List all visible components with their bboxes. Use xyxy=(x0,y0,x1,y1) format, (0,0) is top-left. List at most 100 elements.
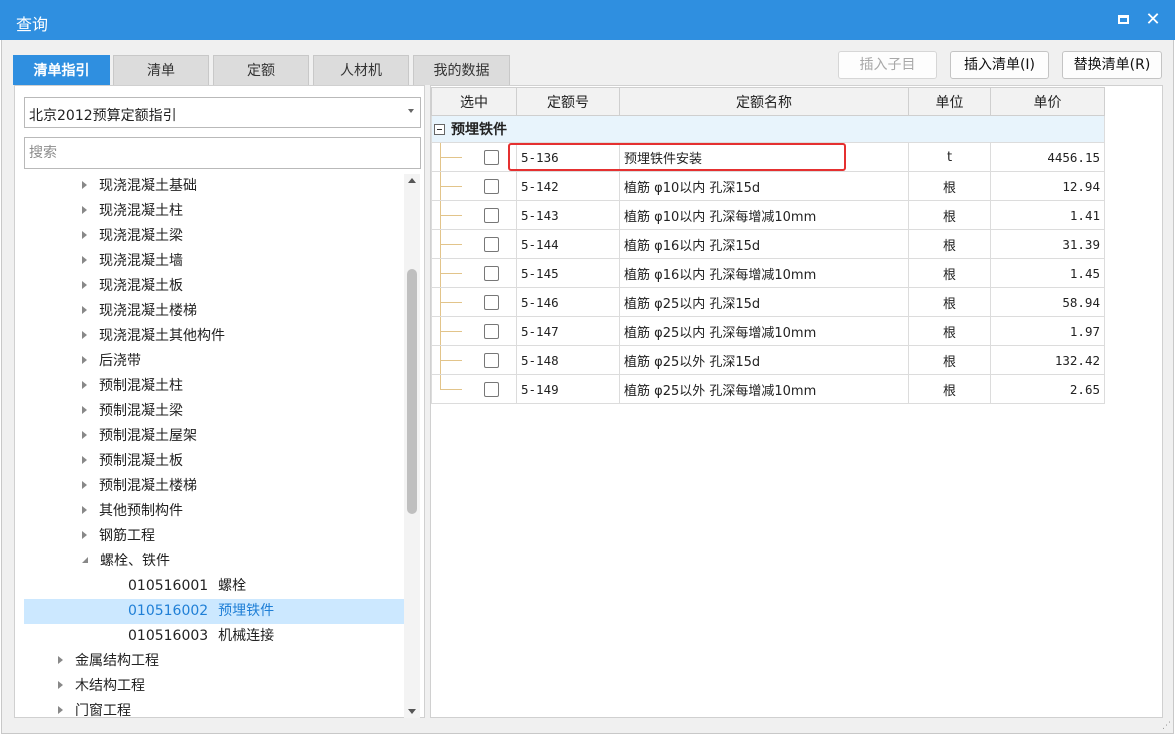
row-checkbox[interactable] xyxy=(484,179,499,194)
replace-list-button[interactable]: 替换清单(R) xyxy=(1062,51,1162,79)
tree-node[interactable]: 现浇混凝土板 xyxy=(82,274,183,299)
expand-arrow-icon xyxy=(82,231,87,239)
quota-unit: 根 xyxy=(908,287,991,317)
quota-code: 5-149 xyxy=(516,374,620,404)
row-checkbox[interactable] xyxy=(484,237,499,252)
tree-node[interactable]: 现浇混凝土基础 xyxy=(82,174,197,199)
group-row[interactable]: 预埋铁件 xyxy=(431,115,1105,143)
table-row[interactable]: 5-144 植筋 φ16以内 孔深15d 根 31.39 xyxy=(431,229,1105,259)
table-row[interactable]: 5-142 植筋 φ10以内 孔深15d 根 12.94 xyxy=(431,171,1105,201)
collapse-icon[interactable] xyxy=(434,123,445,135)
quota-code: 5-146 xyxy=(516,287,620,317)
quota-code: 5-147 xyxy=(516,316,620,346)
group-label: 预埋铁件 xyxy=(451,122,507,138)
tree-scrollbar[interactable] xyxy=(404,174,420,718)
tree-node[interactable]: 木结构工程 xyxy=(58,674,145,699)
quota-price: 4456.15 xyxy=(990,142,1105,172)
tree-node[interactable]: 现浇混凝土墙 xyxy=(82,249,183,274)
expand-arrow-icon xyxy=(82,406,87,414)
quota-name: 植筋 φ10以内 孔深每增减10mm xyxy=(619,200,909,230)
tree-node-expanded[interactable]: 螺栓、铁件 xyxy=(82,549,170,574)
tab-materials[interactable]: 人材机 xyxy=(313,55,409,85)
maximize-icon[interactable] xyxy=(1113,11,1135,29)
col-header-name[interactable]: 定额名称 xyxy=(619,87,909,116)
table-row[interactable]: 5-147 植筋 φ25以内 孔深每增减10mm 根 1.97 xyxy=(431,316,1105,346)
table-row[interactable]: 5-148 植筋 φ25以外 孔深15d 根 132.42 xyxy=(431,345,1105,375)
row-checkbox[interactable] xyxy=(484,324,499,339)
tree-node[interactable]: 现浇混凝土楼梯 xyxy=(82,299,197,324)
tree-leaf[interactable]: 010516001 螺栓 xyxy=(128,574,404,599)
tab-list-guide[interactable]: 清单指引 xyxy=(13,55,110,85)
expand-arrow-icon xyxy=(82,256,87,264)
chevron-down-icon xyxy=(408,109,414,113)
quota-price: 2.65 xyxy=(990,374,1105,404)
tree-node[interactable]: 现浇混凝土柱 xyxy=(82,199,183,224)
search-input[interactable] xyxy=(24,137,421,169)
tree-leaf-selected[interactable]: 010516002 预埋铁件 xyxy=(24,599,404,624)
quota-price: 1.45 xyxy=(990,258,1105,288)
quota-code: 5-144 xyxy=(516,229,620,259)
table-row[interactable]: 5-149 植筋 φ25以外 孔深每增减10mm 根 2.65 xyxy=(431,374,1105,404)
resize-grip-icon[interactable]: ⋰ xyxy=(1162,722,1171,731)
row-checkbox[interactable] xyxy=(484,208,499,223)
quota-name: 植筋 φ25以内 孔深15d xyxy=(619,287,909,317)
scrollbar-thumb[interactable] xyxy=(407,269,417,514)
quota-table: 选中 定额号 定额名称 单位 单价 预埋铁件 5-136 预埋铁件安装 t 44… xyxy=(431,87,1105,404)
quota-price: 1.41 xyxy=(990,200,1105,230)
tree-node[interactable]: 钢筋工程 xyxy=(82,524,155,549)
insert-child-button[interactable]: 插入子目 xyxy=(838,51,937,79)
col-header-code[interactable]: 定额号 xyxy=(516,87,620,116)
quota-unit: 根 xyxy=(908,258,991,288)
quota-name: 植筋 φ25以外 孔深每增减10mm xyxy=(619,374,909,404)
tab-list[interactable]: 清单 xyxy=(113,55,209,85)
expand-arrow-icon xyxy=(82,531,87,539)
expand-arrow-icon xyxy=(82,481,87,489)
tree-node[interactable]: 现浇混凝土梁 xyxy=(82,224,183,249)
tree-node[interactable]: 金属结构工程 xyxy=(58,649,159,674)
expand-arrow-icon xyxy=(82,456,87,464)
close-icon[interactable]: ✕ xyxy=(1142,9,1164,31)
tree-node[interactable]: 预制混凝土梁 xyxy=(82,399,183,424)
scroll-down-icon[interactable] xyxy=(408,709,416,714)
insert-list-button[interactable]: 插入清单(I) xyxy=(950,51,1049,79)
quota-unit: 根 xyxy=(908,374,991,404)
tree-node[interactable]: 预制混凝土屋架 xyxy=(82,424,197,449)
col-header-unit[interactable]: 单位 xyxy=(908,87,991,116)
col-header-price[interactable]: 单价 xyxy=(990,87,1105,116)
tree-node[interactable]: 预制混凝土板 xyxy=(82,449,183,474)
row-checkbox[interactable] xyxy=(484,353,499,368)
tab-my-data[interactable]: 我的数据 xyxy=(413,55,510,85)
quota-price: 12.94 xyxy=(990,171,1105,201)
col-header-select[interactable]: 选中 xyxy=(431,87,517,116)
expand-arrow-icon xyxy=(82,431,87,439)
tree-node[interactable]: 其他预制构件 xyxy=(82,499,183,524)
quota-name: 植筋 φ10以内 孔深15d xyxy=(619,171,909,201)
row-checkbox[interactable] xyxy=(484,266,499,281)
quota-name: 植筋 φ25以外 孔深15d xyxy=(619,345,909,375)
quota-code: 5-142 xyxy=(516,171,620,201)
quota-price: 31.39 xyxy=(990,229,1105,259)
tree-leaf[interactable]: 010516003 机械连接 xyxy=(128,624,404,649)
scroll-up-icon[interactable] xyxy=(408,178,416,183)
tree-node[interactable]: 后浇带 xyxy=(82,349,141,374)
tab-quota[interactable]: 定额 xyxy=(213,55,309,85)
table-header-row: 选中 定额号 定额名称 单位 单价 xyxy=(431,87,1105,116)
expand-arrow-icon xyxy=(82,331,87,339)
table-row[interactable]: 5-143 植筋 φ10以内 孔深每增减10mm 根 1.41 xyxy=(431,200,1105,230)
tree-node[interactable]: 预制混凝土楼梯 xyxy=(82,474,197,499)
quota-unit: 根 xyxy=(908,171,991,201)
quota-unit: 根 xyxy=(908,345,991,375)
row-checkbox[interactable] xyxy=(484,295,499,310)
row-checkbox[interactable] xyxy=(484,382,499,397)
tree-node[interactable]: 门窗工程 xyxy=(58,699,131,718)
quota-price: 58.94 xyxy=(990,287,1105,317)
table-row[interactable]: 5-146 植筋 φ25以内 孔深15d 根 58.94 xyxy=(431,287,1105,317)
tree-node[interactable]: 预制混凝土柱 xyxy=(82,374,183,399)
quota-name: 植筋 φ25以内 孔深每增减10mm xyxy=(619,316,909,346)
quota-price: 132.42 xyxy=(990,345,1105,375)
row-checkbox[interactable] xyxy=(484,150,499,165)
tree-node[interactable]: 现浇混凝土其他构件 xyxy=(82,324,225,349)
guide-tree: 现浇混凝土基础 现浇混凝土柱 现浇混凝土梁 现浇混凝土墙 现浇混凝土板 现浇混凝… xyxy=(24,174,404,718)
table-row[interactable]: 5-145 植筋 φ16以内 孔深每增减10mm 根 1.45 xyxy=(431,258,1105,288)
guide-select[interactable]: 北京2012预算定额指引 xyxy=(24,97,421,128)
